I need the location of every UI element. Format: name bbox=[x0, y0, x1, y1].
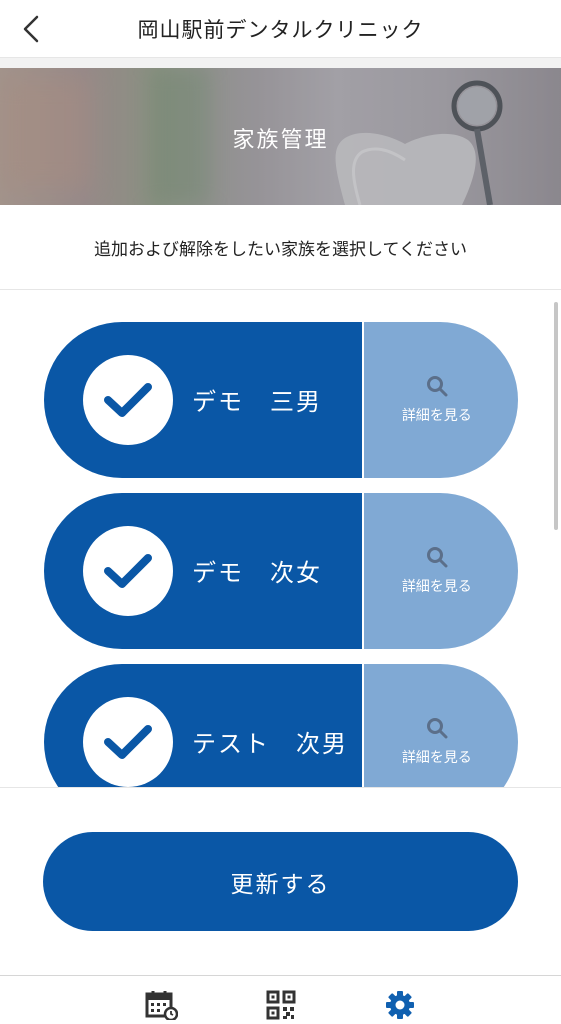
calendar-clock-icon bbox=[145, 991, 178, 1020]
update-button[interactable]: 更新する bbox=[43, 832, 518, 931]
nav-reservations[interactable] bbox=[143, 990, 179, 1020]
app-header: 岡山駅前デンタルクリニック bbox=[0, 0, 561, 58]
nav-settings[interactable] bbox=[382, 990, 418, 1020]
view-details-label: 詳細を見る bbox=[401, 579, 472, 595]
member-select-toggle[interactable]: テスト 次男 bbox=[44, 664, 362, 787]
view-details-label: 詳細を見る bbox=[401, 408, 472, 424]
page-banner: 家族管理 bbox=[0, 68, 561, 205]
family-member-list[interactable]: デモ 三男 詳細を見る デモ 次女 詳細を見る テスト 次男 詳細を見る bbox=[0, 290, 561, 787]
family-member-item[interactable]: デモ 三男 詳細を見る bbox=[44, 322, 518, 478]
family-member-item[interactable]: テスト 次男 詳細を見る bbox=[44, 664, 518, 787]
back-button[interactable] bbox=[14, 12, 48, 46]
scrollbar[interactable] bbox=[554, 302, 558, 530]
divider bbox=[0, 787, 561, 788]
checkmark-icon bbox=[104, 383, 152, 417]
clinic-title: 岡山駅前デンタルクリニック bbox=[137, 18, 424, 42]
checkbox[interactable] bbox=[83, 355, 173, 445]
member-name: テスト 次男 bbox=[192, 730, 348, 758]
search-icon bbox=[426, 547, 448, 568]
view-details-button[interactable]: 詳細を見る bbox=[363, 664, 518, 787]
search-icon bbox=[426, 718, 448, 739]
instruction-text: 追加および解除をしたい家族を選択してください bbox=[0, 205, 561, 290]
family-member-item[interactable]: デモ 次女 詳細を見る bbox=[44, 493, 518, 649]
nav-qr-code[interactable] bbox=[263, 990, 299, 1020]
checkmark-icon bbox=[104, 725, 152, 759]
view-details-button[interactable]: 詳細を見る bbox=[363, 493, 518, 649]
view-details-label: 詳細を見る bbox=[401, 750, 472, 766]
member-name: デモ 三男 bbox=[192, 388, 322, 416]
page-title: 家族管理 bbox=[232, 128, 329, 153]
member-name: デモ 次女 bbox=[192, 559, 322, 587]
gear-icon bbox=[386, 991, 414, 1019]
member-select-toggle[interactable]: デモ 次女 bbox=[44, 493, 362, 649]
qr-code-icon bbox=[266, 990, 296, 1020]
search-icon bbox=[426, 376, 448, 397]
view-details-button[interactable]: 詳細を見る bbox=[363, 322, 518, 478]
checkmark-icon bbox=[104, 554, 152, 588]
chevron-left-icon bbox=[23, 15, 39, 43]
bottom-nav bbox=[0, 975, 561, 1024]
member-select-toggle[interactable]: デモ 三男 bbox=[44, 322, 362, 478]
header-divider bbox=[0, 58, 561, 68]
checkbox[interactable] bbox=[83, 526, 173, 616]
checkbox[interactable] bbox=[83, 697, 173, 787]
